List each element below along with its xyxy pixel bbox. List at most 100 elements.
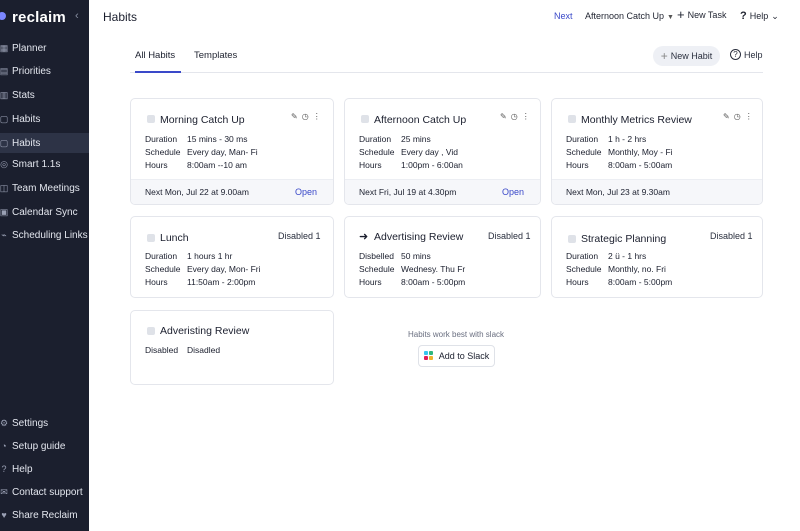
sidebar-item-help[interactable]: ? Help — [0, 459, 89, 479]
chevron-down-icon: ⌄ — [771, 10, 779, 21]
habit-row-hours: Hours 8:00am - 5:00pm — [359, 277, 465, 287]
new-habit-button[interactable]: + New Habit — [653, 46, 720, 66]
open-link[interactable]: Open — [502, 187, 524, 197]
brand-logo[interactable]: reclaim — [0, 8, 66, 26]
row-key: Hours — [145, 160, 168, 170]
clock-icon[interactable]: ◷ — [511, 112, 518, 121]
more-icon[interactable]: ⋮ — [313, 112, 321, 121]
tab-templates[interactable]: Templates — [194, 50, 237, 73]
habit-card-footer: Next Mon, Jul 23 at 9.30am — [552, 179, 762, 204]
stats-icon: ▥ — [0, 89, 9, 100]
row-value: Monthly, no. Fri — [608, 264, 666, 274]
sidebar-item-habits-active[interactable]: ▢ Habits — [0, 133, 89, 153]
habit-card-morning-catch-up[interactable]: Morning Catch Up ✎ ◷ ⋮ Duration 15 mins - 3… — [130, 98, 334, 205]
row-key: Duration — [566, 251, 599, 261]
habit-row-duration: Duration 1 h - 2 hrs — [566, 134, 646, 144]
habit-card-strategic-planning[interactable]: Strategic Planning Disabled 1 Duration 2 … — [551, 216, 763, 298]
question-icon: ? — [740, 10, 747, 22]
next-task-name: Afternoon Catch Up — [585, 11, 665, 21]
row-value: 8:00am - 5:00pm — [608, 277, 673, 287]
next-task-dropdown[interactable]: Afternoon Catch Up ▼ — [585, 11, 674, 21]
edit-icon[interactable]: ✎ — [723, 112, 730, 121]
more-icon[interactable]: ⋮ — [745, 112, 753, 121]
habit-row-hours: Hours 1:00pm - 6:00an — [359, 160, 463, 170]
clock-icon[interactable]: ◷ — [734, 112, 741, 121]
arrow-right-icon: ➜ — [359, 231, 369, 243]
habit-status: Disabled 1 — [278, 231, 321, 241]
sidebar-item-label: Habits — [12, 137, 41, 149]
edit-icon[interactable]: ✎ — [500, 112, 507, 121]
sidebar-item-label: Priorities — [12, 65, 51, 77]
habit-card-monthly-metrics-review[interactable]: Monthly Metrics Review ✎ ◷ ⋮ Duration 1 h -… — [551, 98, 763, 205]
sidebar-item-label: Settings — [12, 417, 49, 429]
collapse-sidebar-icon[interactable]: ‹ — [75, 10, 79, 22]
habit-row-schedule: Schedule Monthly, no. Fri — [566, 264, 666, 274]
sidebar-item-calendar-sync[interactable]: ▣ Calendar Sync — [0, 202, 89, 222]
row-key: Schedule — [145, 264, 181, 274]
habit-row-hours: Hours 11:50am - 2:00pm — [145, 277, 255, 287]
row-value: 8:00am - 5:00am — [608, 160, 673, 170]
new-task-button[interactable]: + New Task — [677, 8, 726, 21]
mail-icon: ✉ — [0, 486, 8, 497]
row-value: Disadled — [187, 345, 221, 355]
sidebar-item-habits[interactable]: ▢ Habits — [0, 109, 89, 129]
row-value: Monthly, Moy - Fi — [608, 147, 673, 157]
habit-checkbox[interactable] — [147, 234, 155, 242]
edit-icon[interactable]: ✎ — [291, 112, 298, 121]
habit-checkbox[interactable] — [147, 115, 155, 123]
sidebar-item-priorities[interactable]: ▤ Priorities — [0, 61, 89, 81]
row-key: Hours — [145, 277, 168, 287]
help-button[interactable]: ? Help — [730, 49, 763, 60]
team-meetings-icon: ◫ — [0, 182, 9, 193]
sidebar-item-stats[interactable]: ▥ Stats — [0, 85, 89, 105]
card-actions: ✎ ◷ ⋮ — [500, 112, 530, 121]
open-link[interactable]: Open — [295, 187, 317, 197]
sidebar-item-label: Scheduling Links — [12, 229, 88, 241]
sidebar-item-scheduling-links[interactable]: ⌁ Scheduling Links — [0, 225, 89, 245]
row-value: Wednesy. Thu Fr — [401, 264, 466, 274]
next-label: Next — [554, 11, 573, 21]
habit-row-schedule: Schedule Monthly, Moy - Fi — [566, 147, 673, 157]
row-key: Hours — [566, 160, 589, 170]
smart-meetings-icon: ◎ — [0, 158, 8, 169]
help-menu-button[interactable]: ? Help ⌄ — [740, 10, 779, 22]
sidebar-item-team-meetings[interactable]: ◫ Team Meetings — [0, 178, 89, 198]
row-value: 15 mins - 30 ms — [187, 134, 248, 144]
sidebar-item-settings[interactable]: ⚙ Settings — [0, 413, 89, 433]
row-value: 8:00am --10 am — [187, 160, 247, 170]
habit-card-lunch[interactable]: Lunch Disabled 1 Duration 1 hours 1 hr Sc… — [130, 216, 334, 298]
row-key: Schedule — [359, 264, 395, 274]
help-label: Help — [749, 11, 769, 21]
habit-row-schedule: Schedule Every day, Mon- Fri — [145, 264, 261, 274]
more-icon[interactable]: ⋮ — [522, 112, 530, 121]
habit-row-hours: Hours 8:00am --10 am — [145, 160, 247, 170]
habit-card-adveristing-review[interactable]: Adveristing Review Disabled Disadled — [130, 310, 334, 385]
sidebar-item-label: Smart 1.1s — [12, 158, 61, 170]
habits-icon: ▢ — [0, 137, 9, 148]
sidebar-item-contact-support[interactable]: ✉ Contact support — [0, 482, 89, 502]
sidebar-item-setup-guide[interactable]: ◔ Setup guide — [0, 436, 89, 456]
habit-checkbox[interactable] — [361, 115, 369, 123]
habit-row-duration: Duration 2 ü - 1 hrs — [566, 251, 646, 261]
sidebar-item-label: Share Reclaim — [12, 509, 78, 521]
row-key: Disbelled — [359, 251, 394, 261]
help-icon: ? — [1, 464, 7, 474]
sidebar-item-label: Calendar Sync — [12, 206, 78, 218]
sidebar-item-label: Setup guide — [12, 440, 66, 452]
add-to-slack-label: Add to Slack — [438, 351, 490, 361]
sidebar-item-label: Team Meetings — [12, 182, 80, 194]
habit-card-advertising-review[interactable]: ➜ Advertising Review Disabled 1 Disbelle… — [344, 216, 541, 298]
habit-checkbox[interactable] — [568, 235, 576, 243]
sidebar-item-share-reclaim[interactable]: ♥ Share Reclaim — [0, 505, 89, 525]
habit-row-hours: Hours 8:00am - 5:00am — [566, 160, 672, 170]
habit-checkbox[interactable] — [147, 327, 155, 335]
habit-card-afternoon-catch-up[interactable]: Afternoon Catch Up ✎ ◷ ⋮ Duration 25 mins S… — [344, 98, 541, 205]
sidebar-item-planner[interactable]: ▦ Planner — [0, 38, 89, 58]
next-occurrence: Next Mon, Jul 23 at 9.30am — [566, 187, 670, 197]
add-to-slack-button[interactable]: Add to Slack — [418, 345, 495, 367]
tab-all-habits[interactable]: All Habits — [135, 50, 181, 73]
sidebar-item-smart-1-1s[interactable]: ◎ Smart 1.1s — [0, 154, 89, 174]
row-value: 11:50am - 2:00pm — [187, 277, 256, 287]
habit-checkbox[interactable] — [568, 115, 576, 123]
clock-icon[interactable]: ◷ — [302, 112, 309, 121]
